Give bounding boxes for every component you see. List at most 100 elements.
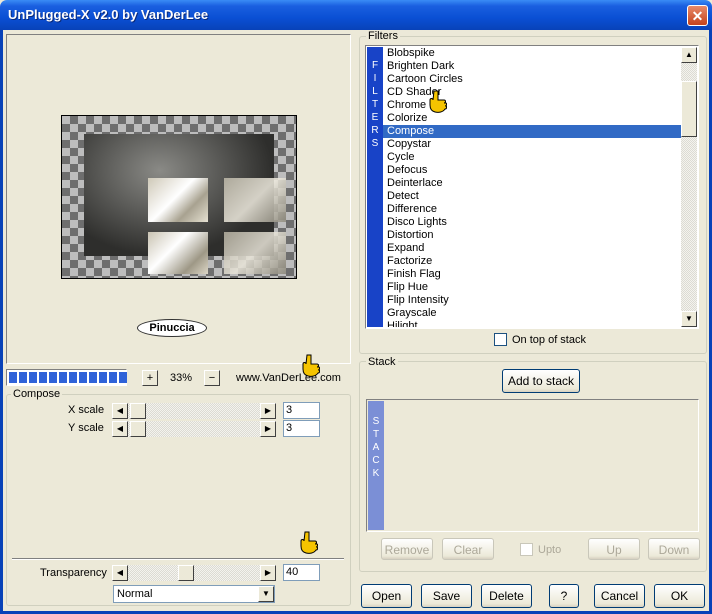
save-button[interactable]: Save [421,584,472,608]
filter-item[interactable]: Blobspike [383,47,681,60]
divider [12,558,344,560]
progress-segment [89,372,97,383]
param-label-x-scale: X scale [68,404,105,416]
progress-segment [39,372,47,383]
vertical-letter: S [371,138,379,149]
x-scale-slider[interactable]: ◀ ▶ [112,403,276,419]
slider-thumb[interactable] [130,421,146,437]
cancel-button[interactable]: Cancel [594,584,645,608]
stack-listbox[interactable]: STACK [366,399,699,532]
blend-mode-select[interactable]: Normal ▼ [113,585,275,603]
progress-segment [49,372,57,383]
filter-item[interactable]: Factorize [383,255,681,268]
progress-segment [19,372,27,383]
progress-segment [109,372,117,383]
slider-right-arrow-icon[interactable]: ▶ [260,403,276,419]
transparency-slider[interactable]: ◀ ▶ [112,565,276,581]
filter-item[interactable]: Finish Flag [383,268,681,281]
filter-item[interactable]: Copystar [383,138,681,151]
slider-thumb[interactable] [178,565,194,581]
filter-item[interactable]: Deinterlace [383,177,681,190]
preview-panel: Pinuccia [6,34,351,364]
slider-thumb[interactable] [130,403,146,419]
filter-item[interactable]: Distortion [383,229,681,242]
zoom-plus-button[interactable]: + [142,370,158,386]
vertical-letter: S [372,416,380,427]
filter-item[interactable]: Difference [383,203,681,216]
transparency-label: Transparency [40,567,107,579]
signature-text: Pinuccia [149,322,195,334]
scroll-thumb[interactable] [681,81,697,137]
window-title: UnPlugged-X v2.0 by VanDerLee [8,7,209,22]
preview-tile [148,178,208,222]
signature-logo: Pinuccia [137,319,207,337]
progress-segment [79,372,87,383]
x-scale-input[interactable]: 3 [283,402,320,419]
delete-button[interactable]: Delete [481,584,532,608]
chevron-down-icon[interactable]: ▼ [258,586,274,602]
progress-segment [29,372,37,383]
stack-vertical-label: STACK [368,401,384,530]
add-to-stack-button[interactable]: Add to stack [502,369,580,393]
preview-tile [224,178,286,222]
filter-item[interactable]: Hilight [383,320,681,327]
zoom-minus-button[interactable]: − [204,370,220,386]
filter-item[interactable]: Disco Lights [383,216,681,229]
transparency-input[interactable]: 40 [283,564,320,581]
ok-button[interactable]: OK [654,584,705,608]
slider-left-arrow-icon[interactable]: ◀ [112,421,128,437]
slider-right-arrow-icon[interactable]: ▶ [260,565,276,581]
pointer-hand-icon [427,90,448,114]
filter-listbox[interactable]: FILTERS Blobspike Brighten Dark Cartoon Ci… [365,45,699,329]
progress-segment [9,372,17,383]
vertical-letter: K [372,468,380,479]
scroll-down-arrow-icon[interactable]: ▼ [681,311,697,327]
open-button[interactable]: Open [361,584,412,608]
slider-left-arrow-icon[interactable]: ◀ [112,403,128,419]
filter-item[interactable]: Grayscale [383,307,681,320]
down-button[interactable]: Down [648,538,700,560]
stack-group-label: Stack [366,356,398,368]
progress-segment [119,372,127,383]
filter-list-scrollbar[interactable]: ▲ ▼ [681,47,697,327]
filter-item[interactable]: Flip Intensity [383,294,681,307]
scroll-up-arrow-icon[interactable]: ▲ [681,47,697,63]
filter-list[interactable]: Blobspike Brighten Dark Cartoon Circles CD … [383,47,681,327]
slider-right-arrow-icon[interactable]: ▶ [260,421,276,437]
upto-checkbox[interactable] [520,543,533,556]
y-scale-input[interactable]: 3 [283,420,320,437]
progress-segment [69,372,77,383]
preview-image[interactable] [61,115,297,279]
filter-item[interactable]: Detect [383,190,681,203]
website-link[interactable]: www.VanDerLee.com [236,372,341,384]
pointer-hand-icon [298,531,319,555]
filter-item[interactable]: Expand [383,242,681,255]
zoom-level: 33% [158,370,202,386]
up-button[interactable]: Up [588,538,640,560]
pointer-hand-icon [300,354,321,378]
on-top-checkbox[interactable] [494,333,507,346]
vertical-letter: I [373,73,377,84]
title-bar[interactable]: UnPlugged-X v2.0 by VanDerLee ✕ [0,0,712,30]
filter-item[interactable]: Cartoon Circles [383,73,681,86]
filter-item[interactable]: Compose [383,125,681,138]
on-top-label: On top of stack [512,334,586,346]
compose-group-label: Compose [11,388,63,400]
vertical-letter: F [371,60,379,71]
filter-item[interactable]: Defocus [383,164,681,177]
y-scale-slider[interactable]: ◀ ▶ [112,421,276,437]
vertical-letter: T [371,99,379,110]
filter-item[interactable]: Flip Hue [383,281,681,294]
preview-tile [224,232,286,274]
filter-item[interactable]: Cycle [383,151,681,164]
close-icon[interactable]: ✕ [687,5,708,26]
vertical-letter: A [372,442,380,453]
help-button[interactable]: ? [549,584,579,608]
clear-button[interactable]: Clear [442,538,494,560]
slider-left-arrow-icon[interactable]: ◀ [112,565,128,581]
vertical-letter: E [371,112,379,123]
progress-bar [6,369,127,386]
vertical-letter: C [372,455,380,466]
filter-item[interactable]: Brighten Dark [383,60,681,73]
remove-button[interactable]: Remove [381,538,433,560]
